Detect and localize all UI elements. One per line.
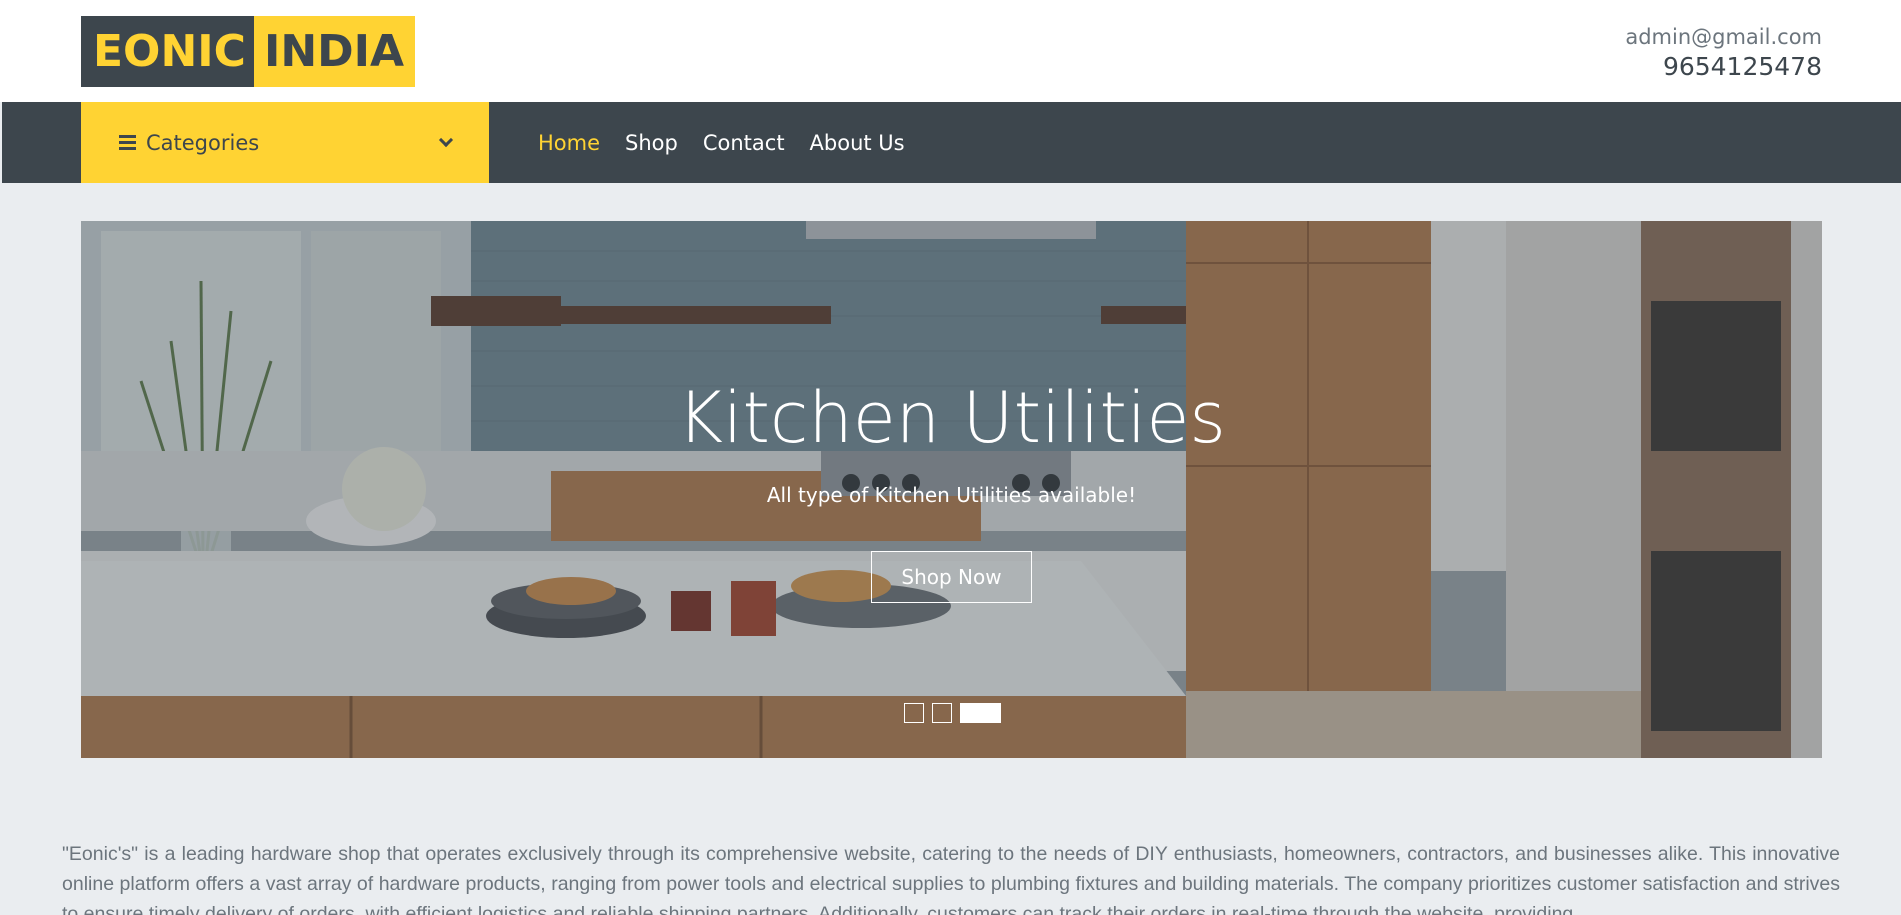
hamburger-icon bbox=[119, 135, 136, 150]
header-contact: admin@gmail.com 9654125478 bbox=[1625, 24, 1822, 84]
nav-link-contact[interactable]: Contact bbox=[703, 131, 785, 155]
carousel-indicator-1[interactable] bbox=[904, 703, 924, 723]
hero-subtitle: All type of Kitchen Utilities available! bbox=[766, 483, 1137, 507]
contact-phone: 9654125478 bbox=[1662, 52, 1822, 81]
nav-link-home[interactable]: Home bbox=[538, 131, 600, 155]
nav-links: Home Shop Contact About Us bbox=[538, 102, 905, 183]
nav-link-about-us[interactable]: About Us bbox=[810, 131, 905, 155]
top-header: EONIC INDIA admin@gmail.com 9654125478 bbox=[0, 0, 1901, 102]
carousel-indicators bbox=[904, 703, 1001, 723]
carousel-indicator-3[interactable] bbox=[960, 703, 1001, 723]
main-navbar: Categories Home Shop Contact About Us bbox=[2, 102, 1901, 183]
categories-left: Categories bbox=[119, 131, 259, 155]
categories-label: Categories bbox=[146, 130, 260, 155]
logo-part-india: INDIA bbox=[253, 16, 416, 87]
contact-email: admin@gmail.com bbox=[1625, 25, 1822, 49]
site-logo[interactable]: EONIC INDIA bbox=[81, 16, 416, 87]
hero-carousel[interactable]: Kitchen Utilities All type of Kitchen Ut… bbox=[81, 221, 1822, 758]
about-text: "Eonic's" is a leading hardware shop tha… bbox=[62, 843, 1840, 915]
chevron-down-icon bbox=[438, 132, 454, 147]
nav-link-shop[interactable]: Shop bbox=[625, 131, 678, 155]
logo-part-eonic: EONIC bbox=[81, 16, 254, 87]
hero-title: Kitchen Utilities bbox=[677, 377, 1226, 459]
shop-now-button[interactable]: Shop Now bbox=[871, 551, 1032, 603]
categories-dropdown[interactable]: Categories bbox=[81, 102, 489, 183]
carousel-indicator-2[interactable] bbox=[932, 703, 952, 723]
